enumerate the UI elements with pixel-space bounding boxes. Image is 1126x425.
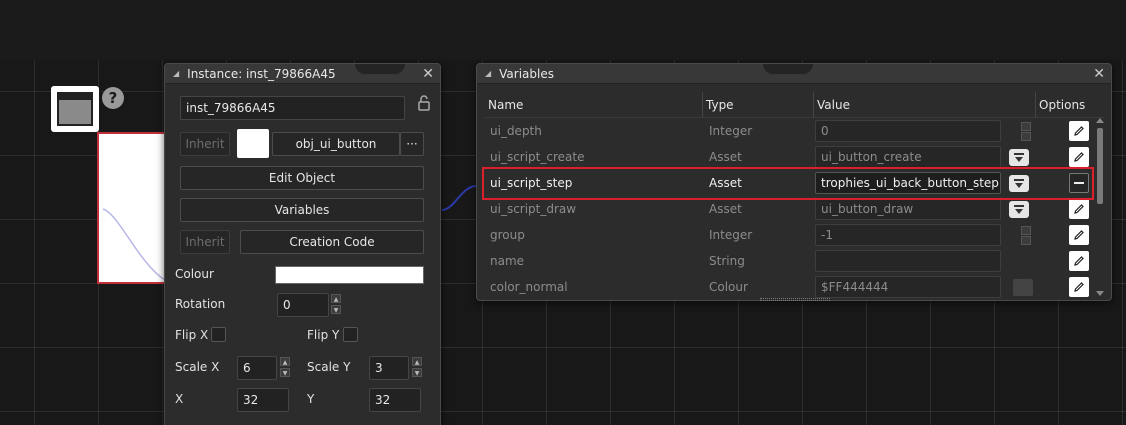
value-stepper[interactable] <box>1021 226 1031 245</box>
variable-row[interactable]: name String <box>485 248 1097 274</box>
resize-grip[interactable] <box>760 298 830 301</box>
variable-name: color_normal <box>490 280 568 294</box>
column-name[interactable]: Name <box>485 92 703 118</box>
variable-name: ui_script_draw <box>490 202 577 216</box>
variable-row[interactable]: ui_script_create Asset ui_button_create <box>485 144 1097 170</box>
scale-y-label: Scale Y <box>307 360 351 374</box>
scroll-up-arrow-icon[interactable] <box>1096 118 1104 123</box>
room-editor-top-bar <box>0 0 1126 60</box>
object-sprite-thumbnail[interactable] <box>237 129 269 158</box>
colour-swatch[interactable] <box>275 266 424 284</box>
scroll-down-arrow-icon[interactable] <box>1096 291 1104 296</box>
pencil-icon[interactable] <box>1069 147 1089 167</box>
sprite-curve-graphic <box>102 208 166 281</box>
scale-y-stepper[interactable]: ▲ ▼ <box>412 357 422 377</box>
variable-value-field[interactable]: ui_button_draw <box>815 198 1001 220</box>
variable-row[interactable]: group Integer -1 <box>485 222 1097 248</box>
variable-name: ui_depth <box>490 124 542 138</box>
edit-object-button[interactable]: Edit Object <box>180 166 424 190</box>
lock-icon[interactable] <box>418 95 430 111</box>
flip-y-label: Flip Y <box>307 328 340 342</box>
instance-window-icon[interactable] <box>51 86 99 132</box>
variable-value-field[interactable]: 0 <box>815 120 1001 142</box>
variable-type: Asset <box>709 202 742 216</box>
variable-type: Asset <box>709 150 742 164</box>
variable-value-field[interactable] <box>815 250 1001 272</box>
value-stepper[interactable] <box>1021 122 1031 141</box>
collapse-caret-icon[interactable]: ◢ <box>485 69 491 78</box>
variable-name: group <box>490 228 525 242</box>
scale-x-stepper[interactable]: ▲ ▼ <box>280 357 290 377</box>
flip-x-checkbox[interactable] <box>211 327 226 342</box>
colour-label: Colour <box>175 267 214 281</box>
variable-type: Integer <box>709 124 753 138</box>
variable-value-field[interactable]: $FF444444 <box>815 276 1001 298</box>
variable-row[interactable]: ui_script_draw Asset ui_button_draw <box>485 196 1097 222</box>
instance-panel-title: Instance: inst_79866A45 <box>187 66 336 81</box>
rotation-field[interactable]: 0 <box>277 293 329 317</box>
flip-x-label: Flip X <box>175 328 209 342</box>
inherit-button[interactable]: Inherit <box>180 132 230 156</box>
flip-y-checkbox[interactable] <box>343 327 358 342</box>
pencil-icon[interactable] <box>1069 225 1089 245</box>
pencil-icon[interactable] <box>1069 199 1089 219</box>
variable-type: Asset <box>709 176 742 190</box>
variable-value-field[interactable]: trophies_ui_back_button_step <box>815 172 1001 194</box>
pencil-icon[interactable] <box>1069 251 1089 271</box>
variable-type: Integer <box>709 228 753 242</box>
panel-header-notch <box>355 64 405 74</box>
variable-row[interactable]: ui_depth Integer 0 <box>485 118 1097 144</box>
rotation-stepper[interactable]: ▲ ▼ <box>331 294 341 314</box>
connector-curve <box>441 185 477 211</box>
variable-name: ui_script_create <box>490 150 585 164</box>
pencil-icon[interactable] <box>1069 121 1089 141</box>
scrollbar-thumb[interactable] <box>1097 128 1103 204</box>
variables-button[interactable]: Variables <box>180 198 424 222</box>
asset-picker-icon[interactable] <box>1009 175 1029 192</box>
asset-picker-icon[interactable] <box>1009 201 1029 218</box>
help-icon[interactable]: ? <box>102 87 124 109</box>
column-type[interactable]: Type <box>703 92 814 118</box>
creation-inherit-button[interactable]: Inherit <box>180 230 230 254</box>
variable-name: ui_script_step <box>490 176 573 190</box>
asset-picker-icon[interactable] <box>1009 149 1029 166</box>
scale-y-field[interactable]: 3 <box>369 356 409 380</box>
scale-x-field[interactable]: 6 <box>237 356 277 380</box>
collapse-caret-icon[interactable]: ◢ <box>173 69 179 78</box>
x-field[interactable]: 32 <box>237 388 289 412</box>
column-options[interactable]: Options <box>1036 92 1105 118</box>
variables-scrollbar[interactable] <box>1096 118 1104 296</box>
variable-row[interactable]: ui_script_step Asset trophies_ui_back_butt… <box>485 170 1097 196</box>
variables-panel: ◢ Variables ✕ Name Type Value Options ui… <box>476 63 1112 301</box>
object-more-button[interactable]: ··· <box>400 132 424 156</box>
close-icon[interactable]: ✕ <box>422 66 434 82</box>
close-icon[interactable]: ✕ <box>1093 66 1105 82</box>
variable-name: name <box>490 254 525 268</box>
column-value[interactable]: Value <box>814 92 1036 118</box>
variable-value-field[interactable]: ui_button_create <box>815 146 1001 168</box>
instance-sprite-preview[interactable] <box>97 132 166 284</box>
variables-table-header: Name Type Value Options <box>485 92 1105 118</box>
creation-code-button[interactable]: Creation Code <box>240 230 424 254</box>
variable-type: String <box>709 254 745 268</box>
x-label: X <box>175 392 184 406</box>
variable-type: Colour <box>709 280 748 294</box>
object-select-button[interactable]: obj_ui_button <box>272 132 400 156</box>
variable-row[interactable]: color_normal Colour $FF444444 <box>485 274 1097 298</box>
colour-swatch[interactable] <box>1013 279 1033 296</box>
y-label: Y <box>307 392 315 406</box>
minus-icon[interactable] <box>1069 173 1089 193</box>
scale-x-label: Scale X <box>175 360 220 374</box>
pencil-icon[interactable] <box>1069 277 1089 297</box>
panel-header-notch <box>763 64 813 74</box>
y-field[interactable]: 32 <box>369 388 421 412</box>
instance-name-field[interactable]: inst_79866A45 <box>180 96 405 120</box>
variable-value-field[interactable]: -1 <box>815 224 1001 246</box>
rotation-label: Rotation <box>175 297 226 311</box>
variables-table-body: ui_depth Integer 0 ui_script_create Asset ui_… <box>485 118 1097 298</box>
variables-panel-title: Variables <box>499 66 554 81</box>
